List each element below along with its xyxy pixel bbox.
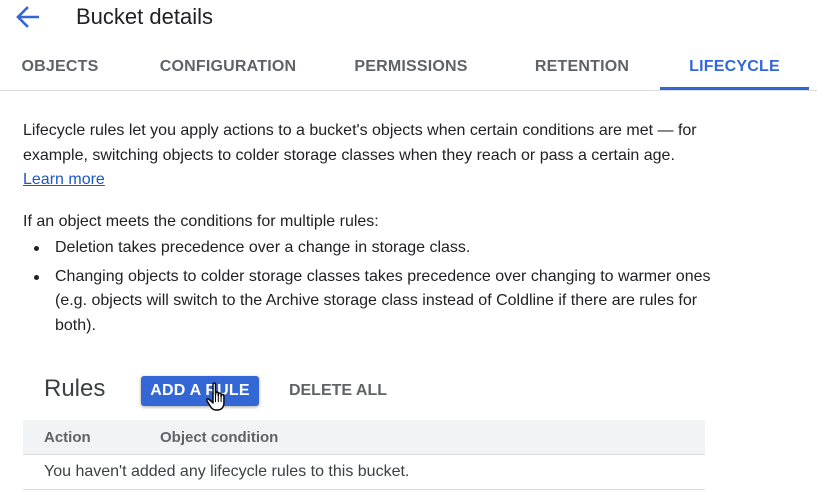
active-tab-indicator	[660, 87, 809, 90]
page-title: Bucket details	[76, 4, 213, 29]
tab-objects[interactable]: OBJECTS	[0, 44, 120, 90]
rules-heading: Rules	[44, 375, 106, 402]
empty-state-message: You haven't added any lifecycle rules to…	[44, 463, 410, 480]
bucket-details-page: Bucket details OBJECTS CONFIGURATION PER…	[0, 0, 817, 503]
tab-lifecycle[interactable]: LIFECYCLE	[660, 44, 809, 90]
rules-table-header: Action Object condition	[23, 420, 705, 455]
list-item-text: Changing objects to colder storage class…	[55, 267, 711, 334]
tab-retention[interactable]: RETENTION	[510, 44, 654, 90]
add-rule-button[interactable]: ADD A RULE	[141, 376, 259, 406]
page-header: Bucket details	[0, 0, 817, 40]
lifecycle-description: Lifecycle rules let you apply actions to…	[23, 119, 713, 193]
column-header-object-condition: Object condition	[160, 428, 279, 446]
conditions-list: Deletion takes precedence over a change …	[23, 236, 723, 342]
delete-all-button[interactable]: DELETE ALL	[282, 376, 394, 406]
list-item: Deletion takes precedence over a change …	[23, 236, 723, 261]
column-header-action: Action	[44, 428, 91, 446]
hand-pointer-cursor-icon	[205, 382, 225, 411]
description-text: Lifecycle rules let you apply actions to…	[23, 122, 697, 164]
conditions-intro: If an object meets the conditions for mu…	[23, 213, 379, 230]
back-button[interactable]	[14, 4, 42, 30]
tab-configuration[interactable]: CONFIGURATION	[140, 44, 316, 90]
bullet-dot	[34, 274, 39, 280]
list-item-text: Deletion takes precedence over a change …	[55, 239, 471, 256]
list-item: Changing objects to colder storage class…	[23, 265, 723, 339]
learn-more-link[interactable]: Learn more	[23, 171, 105, 188]
arrow-back-icon	[16, 6, 39, 28]
table-row: You haven't added any lifecycle rules to…	[23, 455, 705, 490]
tab-bar: OBJECTS CONFIGURATION PERMISSIONS RETENT…	[0, 44, 817, 91]
tab-permissions[interactable]: PERMISSIONS	[336, 44, 486, 90]
bullet-dot	[34, 246, 39, 251]
